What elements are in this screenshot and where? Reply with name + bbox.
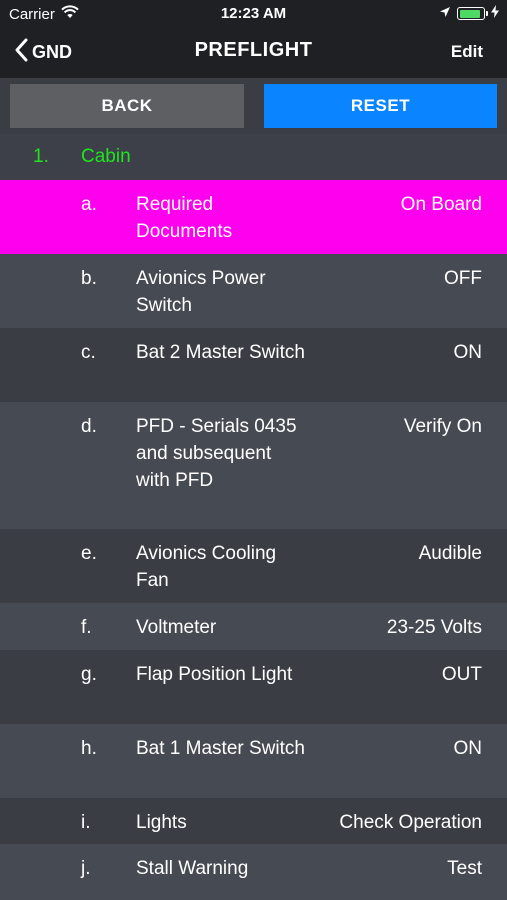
nav-bar: GND PREFLIGHT Edit xyxy=(0,28,507,78)
button-row: BACK RESET xyxy=(0,78,507,134)
checklist-row[interactable]: i. Lights Check Operation xyxy=(0,798,507,844)
row-item: Avionics Cooling Fan xyxy=(136,543,277,591)
battery-icon xyxy=(457,7,488,20)
row-letter: g. xyxy=(81,664,97,685)
checklist-row[interactable]: b. Avionics Power Switch OFF xyxy=(0,254,507,328)
status-bar: Carrier 12:23 AM xyxy=(0,0,507,28)
checklist-row[interactable]: j. Stall Warning Test xyxy=(0,844,507,900)
row-value: Audible xyxy=(418,543,482,564)
row-value: OFF xyxy=(444,268,482,289)
row-letter: h. xyxy=(81,738,97,759)
page-title: PREFLIGHT xyxy=(194,39,313,61)
row-value: ON xyxy=(453,738,483,759)
edit-button[interactable]: Edit xyxy=(451,42,483,62)
row-value: Test xyxy=(447,858,482,879)
row-item: Bat 1 Master Switch xyxy=(136,738,305,759)
row-item: Stall Warning xyxy=(136,858,249,879)
row-item: Required Documents xyxy=(136,194,233,242)
section-title: Cabin xyxy=(81,146,131,167)
checklist-row[interactable]: h. Bat 1 Master Switch ON xyxy=(0,724,507,798)
row-letter: d. xyxy=(81,416,97,437)
row-item: Voltmeter xyxy=(136,617,217,638)
row-letter: b. xyxy=(81,268,97,289)
section-header: 1. Cabin xyxy=(0,134,507,180)
status-time: 12:23 AM xyxy=(220,5,287,22)
row-letter: f. xyxy=(81,617,92,638)
row-letter: j. xyxy=(81,858,91,879)
checklist-row[interactable]: g. Flap Position Light OUT xyxy=(0,650,507,724)
checklist-row[interactable]: f. Voltmeter 23-25 Volts xyxy=(0,603,507,650)
row-item: Avionics Power Switch xyxy=(136,268,266,316)
charging-bolt-icon xyxy=(491,5,499,22)
row-item: Flap Position Light xyxy=(136,664,293,685)
checklist-row[interactable]: d. PFD - Serials 0435 and subsequent wit… xyxy=(0,402,507,529)
location-arrow-icon xyxy=(439,5,451,22)
reset-button[interactable]: RESET xyxy=(264,84,497,128)
row-value: On Board xyxy=(400,194,482,215)
row-letter: a. xyxy=(81,194,97,215)
checklist-row[interactable]: e. Avionics Cooling Fan Audible xyxy=(0,529,507,603)
back-button[interactable]: BACK xyxy=(10,84,244,128)
row-letter: c. xyxy=(81,342,96,363)
battery-level xyxy=(459,9,481,18)
checklist-row[interactable]: c. Bat 2 Master Switch ON xyxy=(0,328,507,402)
row-value: 23-25 Volts xyxy=(386,617,482,638)
row-value: ON xyxy=(453,342,483,363)
row-value: Check Operation xyxy=(339,812,482,833)
row-value: Verify On xyxy=(403,416,482,437)
row-value: OUT xyxy=(441,664,482,685)
row-letter: e. xyxy=(81,543,97,564)
status-right xyxy=(439,5,499,22)
checklist-row[interactable]: a. Required Documents On Board xyxy=(0,180,507,254)
row-item: Bat 2 Master Switch xyxy=(136,342,305,363)
row-item: PFD - Serials 0435 and subsequent with P… xyxy=(136,416,297,491)
section-number: 1. xyxy=(33,146,49,167)
row-item: Lights xyxy=(136,812,187,833)
row-letter: i. xyxy=(81,812,91,833)
